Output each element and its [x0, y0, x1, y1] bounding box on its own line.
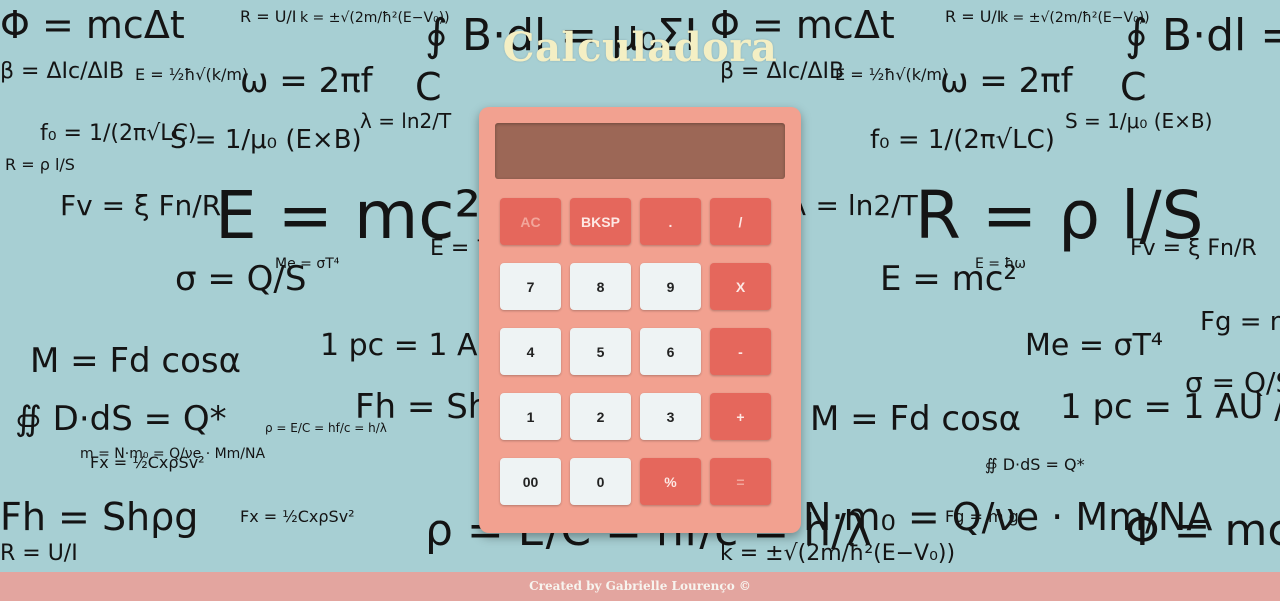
digit-4-button[interactable]: 4: [500, 328, 561, 375]
formula-text: R = U/I: [0, 541, 78, 566]
formula-text: λ = ln2/T: [790, 189, 919, 222]
subtract-button[interactable]: -: [710, 328, 771, 375]
formula-text: k = ±√(2m/ħ²(E−V₀)): [720, 541, 955, 566]
formula-text: S = 1/μ₀ (E×B): [170, 125, 362, 155]
footer-credit: Created by Gabrielle Lourenço ©: [529, 579, 751, 593]
formula-text: C: [1120, 65, 1147, 109]
formula-text: Fx = ½CxρSv²: [240, 507, 355, 526]
double-zero-button[interactable]: 00: [500, 458, 561, 505]
multiply-button[interactable]: X: [710, 263, 771, 310]
formula-text: S = 1/μ₀ (E×B): [1065, 109, 1212, 133]
formula-text: E = ħω: [975, 256, 1026, 272]
digit-7-button[interactable]: 7: [500, 263, 561, 310]
divide-button[interactable]: /: [710, 198, 771, 245]
formula-text: R = ρ l/S: [5, 155, 75, 174]
formula-text: λ = ln2/T: [360, 109, 452, 133]
digit-8-button[interactable]: 8: [570, 263, 631, 310]
calculator-display: [495, 123, 785, 179]
formula-text: ∯ D·dS = Q*: [15, 399, 227, 439]
formula-text: Fg = m g: [1200, 307, 1280, 337]
digit-0-button[interactable]: 0: [570, 458, 631, 505]
formula-text: Φ = mcΔt: [1125, 505, 1280, 556]
formula-text: ∯ D·dS = Q*: [985, 455, 1085, 474]
equals-button[interactable]: =: [710, 458, 771, 505]
formula-text: 1 pc = 1 AU / r: [1060, 387, 1280, 427]
calculator: AC BKSP./ 7 8 9 X 4 5 6- 1 2 3 +00 0% =: [479, 107, 801, 533]
formula-text: M = Fd cosα: [30, 341, 241, 381]
formula-text: Fg = m g: [945, 507, 1019, 526]
digit-6-button[interactable]: 6: [640, 328, 701, 375]
formula-text: Fv = ξ Fn/R: [1130, 236, 1257, 261]
backspace-button[interactable]: BKSP: [570, 198, 631, 245]
formula-text: Fv = ξ Fn/R: [60, 189, 221, 222]
formula-text: f₀ = 1/(2π√LC): [870, 125, 1055, 155]
page-title: Calculadora: [502, 24, 778, 71]
formula-text: Me = σT⁴: [1025, 328, 1163, 363]
clear-button[interactable]: AC: [500, 198, 561, 245]
formula-text: ρ = E/C = hf/c = h/λ: [265, 421, 387, 435]
digit-2-button[interactable]: 2: [570, 393, 631, 440]
add-button[interactable]: +: [710, 393, 771, 440]
percent-button[interactable]: %: [640, 458, 701, 505]
decimal-button[interactable]: .: [640, 198, 701, 245]
digit-1-button[interactable]: 1: [500, 393, 561, 440]
formula-text: m = N·m₀ = Q/νe · Mm/NA: [80, 446, 265, 462]
formula-text: Fh = Shρg: [0, 495, 198, 539]
digit-5-button[interactable]: 5: [570, 328, 631, 375]
formula-text: C: [415, 65, 442, 109]
keypad: AC BKSP./ 7 8 9 X 4 5 6- 1 2 3 +00 0% =: [500, 198, 771, 505]
formula-text: M = Fd cosα: [810, 399, 1021, 439]
footer: Created by Gabrielle Lourenço ©: [0, 572, 1280, 601]
formula-text: Me = σT⁴: [275, 256, 340, 272]
digit-9-button[interactable]: 9: [640, 263, 701, 310]
digit-3-button[interactable]: 3: [640, 393, 701, 440]
